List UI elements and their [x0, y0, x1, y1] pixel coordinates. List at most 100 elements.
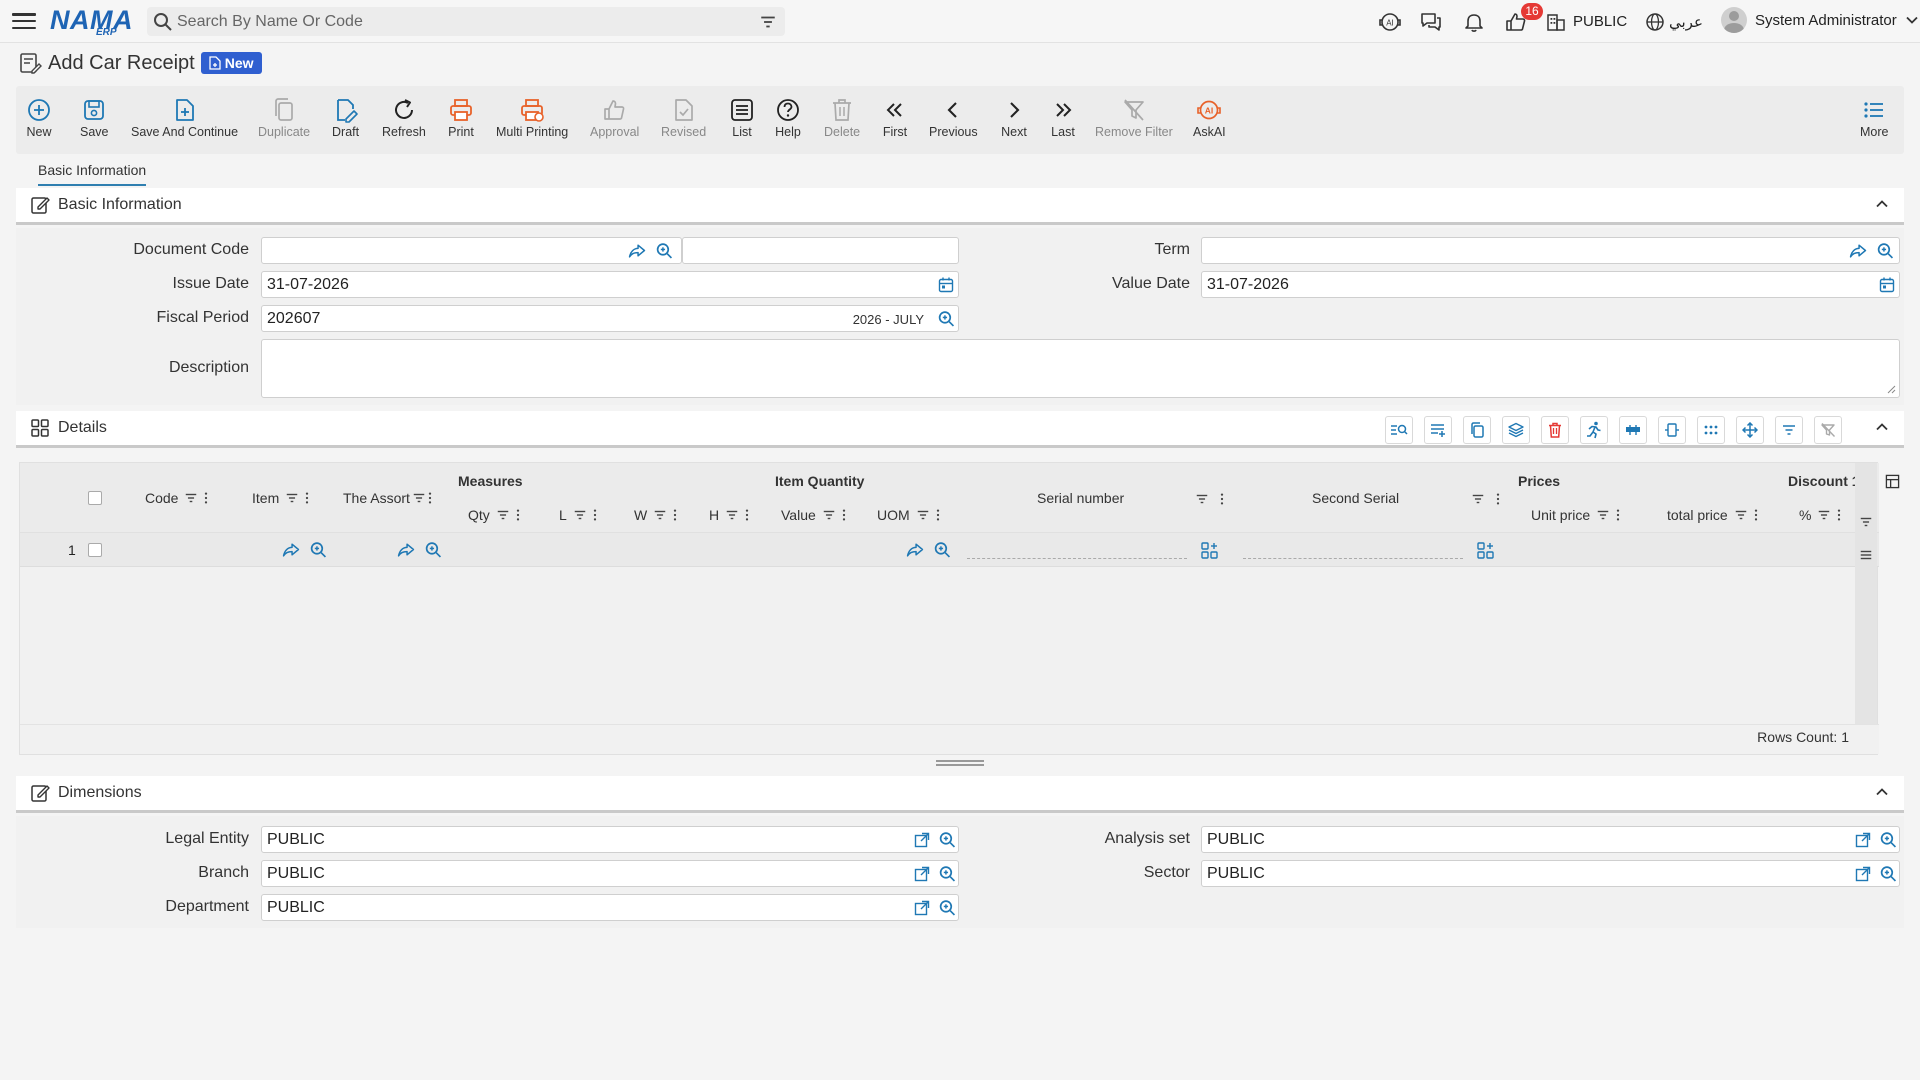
- column-header-h[interactable]: H: [709, 507, 749, 523]
- chevron-up-icon[interactable]: [1874, 419, 1890, 435]
- branch-field[interactable]: PUBLIC: [261, 860, 959, 887]
- kebab-icon[interactable]: [1837, 508, 1841, 522]
- column-header-assort[interactable]: The Assort: [343, 490, 432, 506]
- search-plus-icon[interactable]: [309, 541, 327, 558]
- previous-button[interactable]: Previous: [929, 96, 978, 139]
- chevron-up-icon[interactable]: [1874, 196, 1890, 212]
- kebab-icon[interactable]: [593, 508, 597, 522]
- copy-rows-button[interactable]: [1463, 416, 1491, 444]
- kebab-icon[interactable]: [745, 508, 749, 522]
- bell-icon[interactable]: [1461, 9, 1487, 35]
- chat-icon[interactable]: [1418, 9, 1444, 35]
- dots-menu-button[interactable]: [1697, 416, 1725, 444]
- print-button[interactable]: Print: [448, 96, 474, 139]
- share-icon[interactable]: [906, 541, 924, 558]
- vertical-scrollbar[interactable]: [1855, 463, 1877, 726]
- basic-information-header[interactable]: Basic Information: [16, 188, 1904, 225]
- description-textarea[interactable]: [261, 339, 1900, 398]
- multi-printing-button[interactable]: Multi Printing: [496, 96, 568, 139]
- help-button[interactable]: Help: [775, 96, 801, 139]
- search-plus-icon[interactable]: [937, 310, 955, 327]
- advanced-search-button[interactable]: [1385, 416, 1413, 444]
- select-all-checkbox[interactable]: [88, 491, 102, 505]
- filter-icon[interactable]: [822, 508, 836, 522]
- filter-icon[interactable]: [184, 491, 198, 505]
- list-button[interactable]: List: [729, 96, 755, 139]
- filter-icon[interactable]: [285, 491, 299, 505]
- delete-rows-button[interactable]: [1541, 416, 1569, 444]
- grid-add-icon[interactable]: [1477, 542, 1494, 559]
- logo[interactable]: NAMA ERP: [50, 3, 133, 39]
- kebab-icon[interactable]: [428, 491, 432, 505]
- filter-icon[interactable]: [759, 13, 777, 31]
- share-icon[interactable]: [628, 242, 646, 259]
- search-plus-icon[interactable]: [938, 831, 956, 848]
- external-link-icon[interactable]: [914, 866, 930, 882]
- save-button[interactable]: Save: [80, 96, 109, 139]
- department-field[interactable]: PUBLIC: [261, 894, 959, 921]
- filter-icon[interactable]: [1817, 508, 1831, 522]
- share-icon[interactable]: [1849, 242, 1867, 259]
- row-checkbox[interactable]: [88, 543, 102, 557]
- filter-icon[interactable]: [1471, 492, 1485, 506]
- layers-button[interactable]: [1502, 416, 1530, 444]
- search-plus-icon[interactable]: [655, 242, 673, 259]
- grid-resize-handle[interactable]: [936, 760, 984, 766]
- language-switch[interactable]: عربي: [1669, 13, 1703, 31]
- filter-icon[interactable]: [412, 491, 426, 505]
- filter-icon[interactable]: [1859, 515, 1873, 529]
- ai-assistant-icon[interactable]: AI: [1377, 9, 1403, 35]
- dimensions-header[interactable]: Dimensions: [16, 776, 1904, 813]
- search-plus-icon[interactable]: [1879, 865, 1897, 882]
- search-plus-icon[interactable]: [424, 541, 442, 558]
- external-link-icon[interactable]: [1855, 866, 1871, 882]
- column-header-w[interactable]: W: [634, 507, 677, 523]
- more-button[interactable]: More: [1860, 96, 1888, 139]
- draft-button[interactable]: Draft: [332, 96, 359, 139]
- external-link-icon[interactable]: [914, 832, 930, 848]
- calendar-icon[interactable]: [1879, 276, 1895, 293]
- kebab-icon[interactable]: [516, 508, 520, 522]
- term-field[interactable]: [1201, 237, 1900, 264]
- filter-icon[interactable]: [1734, 508, 1748, 522]
- chevron-up-icon[interactable]: [1874, 784, 1890, 800]
- refresh-button[interactable]: Refresh: [382, 96, 426, 139]
- kebab-icon[interactable]: [673, 508, 677, 522]
- sector-field[interactable]: PUBLIC: [1201, 860, 1900, 887]
- first-button[interactable]: First: [882, 96, 908, 139]
- external-link-icon[interactable]: [1855, 832, 1871, 848]
- grid-filter-button[interactable]: [1775, 416, 1803, 444]
- document-code-name-field[interactable]: [682, 237, 959, 264]
- issue-date-field[interactable]: 31-07-2026: [261, 271, 959, 298]
- column-header-percent[interactable]: %: [1799, 507, 1841, 523]
- search-plus-icon[interactable]: [1879, 831, 1897, 848]
- ask-ai-button[interactable]: AI AskAI: [1193, 96, 1226, 139]
- column-header-total-price[interactable]: total price: [1667, 507, 1758, 523]
- column-header-code[interactable]: Code: [145, 490, 208, 506]
- save-and-continue-button[interactable]: Save And Continue: [131, 96, 238, 139]
- external-link-icon[interactable]: [914, 900, 930, 916]
- share-icon[interactable]: [282, 541, 300, 558]
- column-chooser-icon[interactable]: [1885, 474, 1900, 489]
- share-icon[interactable]: [397, 541, 415, 558]
- legal-entity-field[interactable]: PUBLIC: [261, 826, 959, 853]
- company-selector[interactable]: PUBLIC: [1573, 13, 1627, 30]
- column-header-value[interactable]: Value: [781, 507, 846, 523]
- column-header-item[interactable]: Item: [252, 490, 309, 506]
- move-button[interactable]: [1736, 416, 1764, 444]
- approval-button[interactable]: Approval: [590, 96, 639, 139]
- menu-icon[interactable]: [12, 10, 36, 32]
- column-header-uom[interactable]: UOM: [877, 507, 940, 523]
- search-plus-icon[interactable]: [933, 541, 951, 558]
- duplicate-button[interactable]: Duplicate: [258, 96, 310, 139]
- column-header-l[interactable]: L: [559, 507, 597, 523]
- new-button[interactable]: New: [26, 96, 52, 139]
- filter-icon[interactable]: [725, 508, 739, 522]
- resize-grip-icon[interactable]: [1886, 384, 1896, 394]
- kebab-icon[interactable]: [842, 508, 846, 522]
- kebab-icon[interactable]: [305, 491, 309, 505]
- column-header-second-serial[interactable]: Second Serial: [1312, 490, 1399, 506]
- revised-button[interactable]: Revised: [661, 96, 706, 139]
- document-code-field[interactable]: [261, 237, 682, 264]
- tab-basic-information[interactable]: Basic Information: [38, 162, 147, 186]
